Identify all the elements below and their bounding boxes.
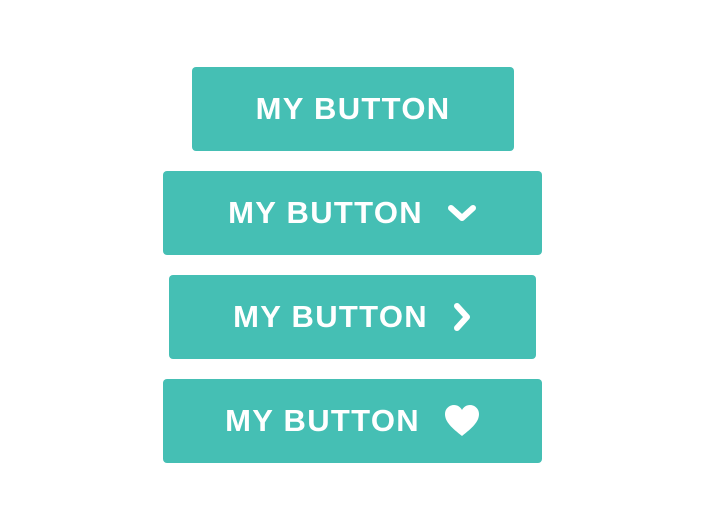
my-button-dropdown[interactable]: MY BUTTON [163, 171, 542, 255]
heart-icon [444, 404, 480, 438]
my-button-next[interactable]: MY BUTTON [169, 275, 536, 359]
chevron-down-icon [447, 203, 477, 223]
button-label: MY BUTTON [228, 195, 423, 230]
chevron-right-icon [452, 302, 472, 332]
my-button-favorite[interactable]: MY BUTTON [163, 379, 542, 463]
button-label: MY BUTTON [233, 299, 428, 334]
my-button-plain[interactable]: MY BUTTON [192, 67, 514, 151]
button-label: MY BUTTON [225, 403, 420, 438]
button-label: MY BUTTON [255, 91, 451, 126]
